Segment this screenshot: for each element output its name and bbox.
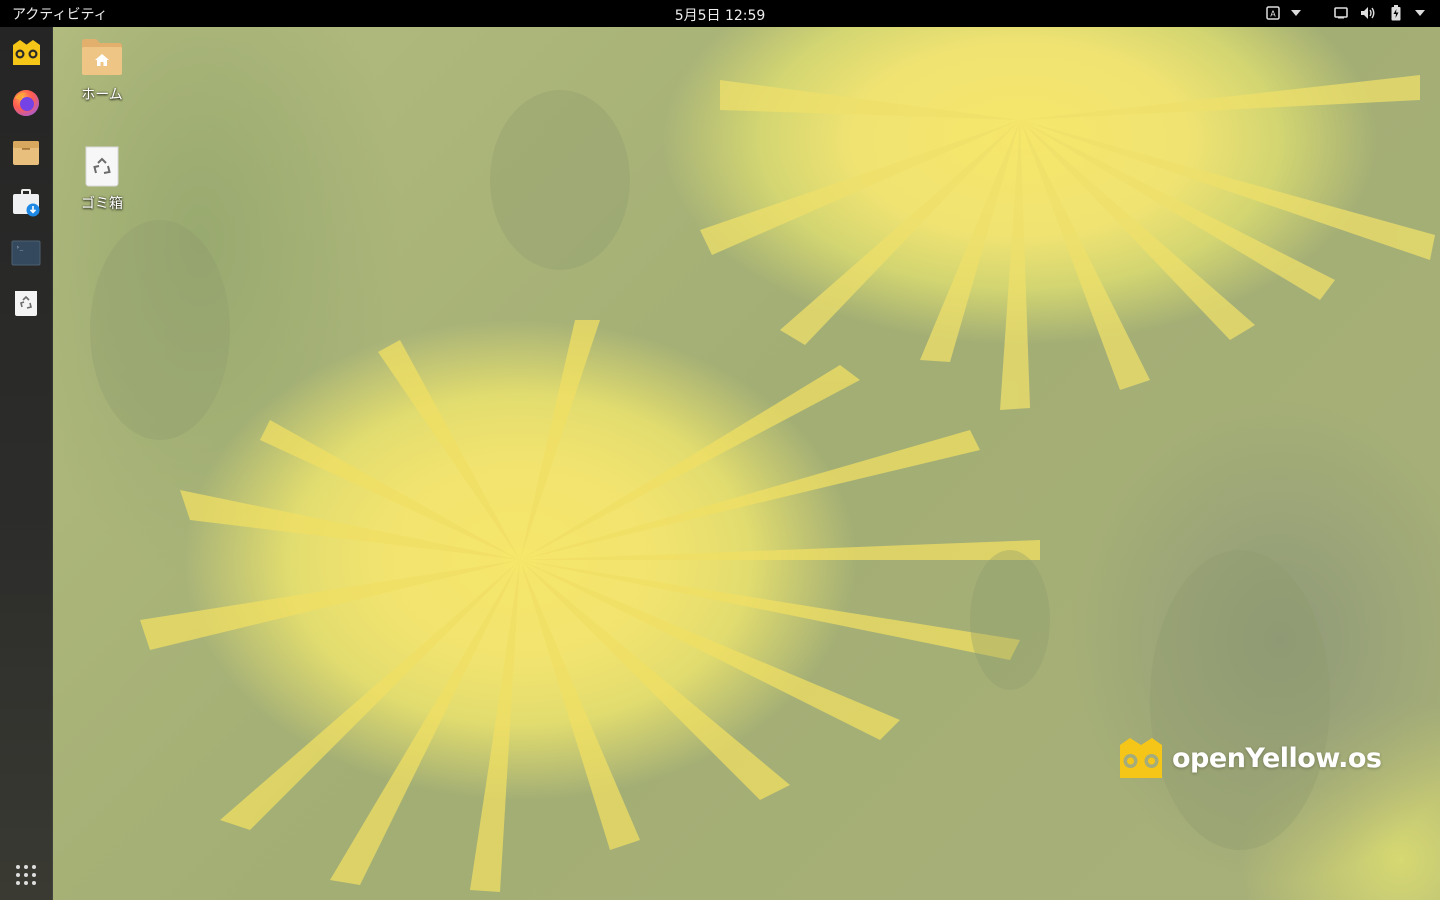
display-icon[interactable] — [1332, 4, 1350, 22]
openyellow-logo: openYellow.os — [1118, 736, 1382, 780]
openyellow-logo-text: openYellow.os — [1172, 742, 1382, 774]
files-icon[interactable] — [6, 133, 46, 173]
clock-label[interactable]: 5月5日 12:59 — [675, 8, 766, 24]
app-grid-icon[interactable] — [6, 855, 46, 895]
clock: 5月5日 12:59 — [0, 5, 1440, 25]
trash-desktop-icon — [85, 146, 119, 187]
dropdown-icon[interactable] — [1288, 4, 1304, 22]
terminal-icon[interactable]: ›_ — [6, 233, 46, 273]
svg-text:›_: ›_ — [16, 244, 24, 251]
software-icon[interactable] — [6, 183, 46, 223]
openyellow-logo-icon — [1120, 738, 1162, 778]
home-folder-label: ホーム — [81, 87, 123, 103]
dock: ›_ — [0, 27, 53, 900]
svg-text:A: A — [1270, 10, 1276, 19]
openyellow-icon[interactable] — [6, 33, 46, 73]
battery-icon[interactable] — [1388, 4, 1404, 22]
home-folder[interactable]: ホーム — [57, 36, 147, 104]
volume-icon[interactable] — [1358, 4, 1378, 22]
trash-desktop-label: ゴミ箱 — [81, 196, 123, 212]
trash-desktop[interactable]: ゴミ箱 — [57, 145, 147, 213]
trash-icon[interactable] — [6, 283, 46, 323]
keyboard-input-icon[interactable]: A — [1264, 4, 1282, 22]
top-bar: アクティビティ 5月5日 12:59 A — [0, 0, 1440, 27]
firefox-icon[interactable] — [6, 83, 46, 123]
activities-button[interactable]: アクティビティ — [12, 4, 108, 24]
home-folder-icon — [82, 39, 122, 75]
system-menu-icon[interactable] — [1412, 4, 1428, 22]
